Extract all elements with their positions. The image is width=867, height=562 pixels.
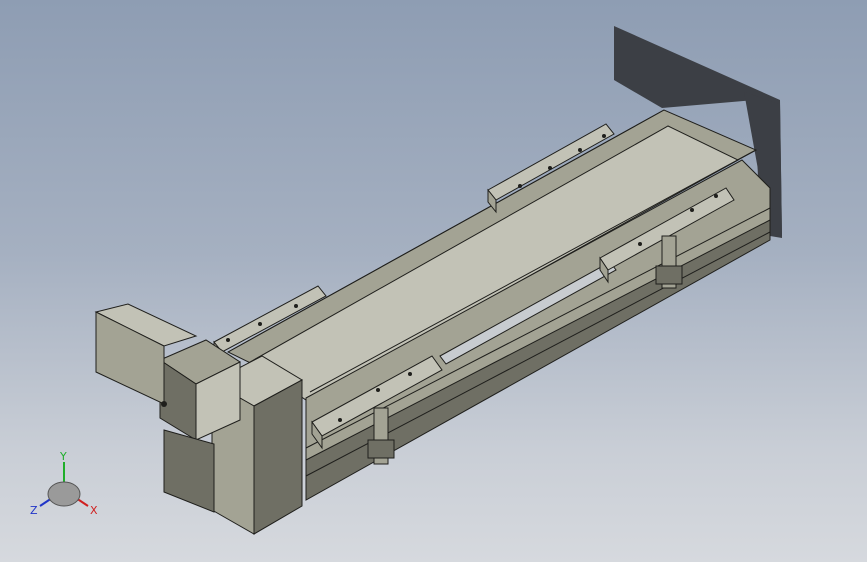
orientation-triad[interactable]: Y X Z — [30, 450, 98, 517]
x-axis-label: X — [90, 504, 98, 517]
z-axis-label: Z — [30, 504, 38, 517]
model-canvas[interactable]: Y X Z — [0, 0, 867, 562]
y-axis-label: Y — [59, 450, 67, 463]
3d-viewport[interactable]: Y X Z — [0, 0, 867, 562]
motor-coupling[interactable] — [158, 339, 242, 441]
